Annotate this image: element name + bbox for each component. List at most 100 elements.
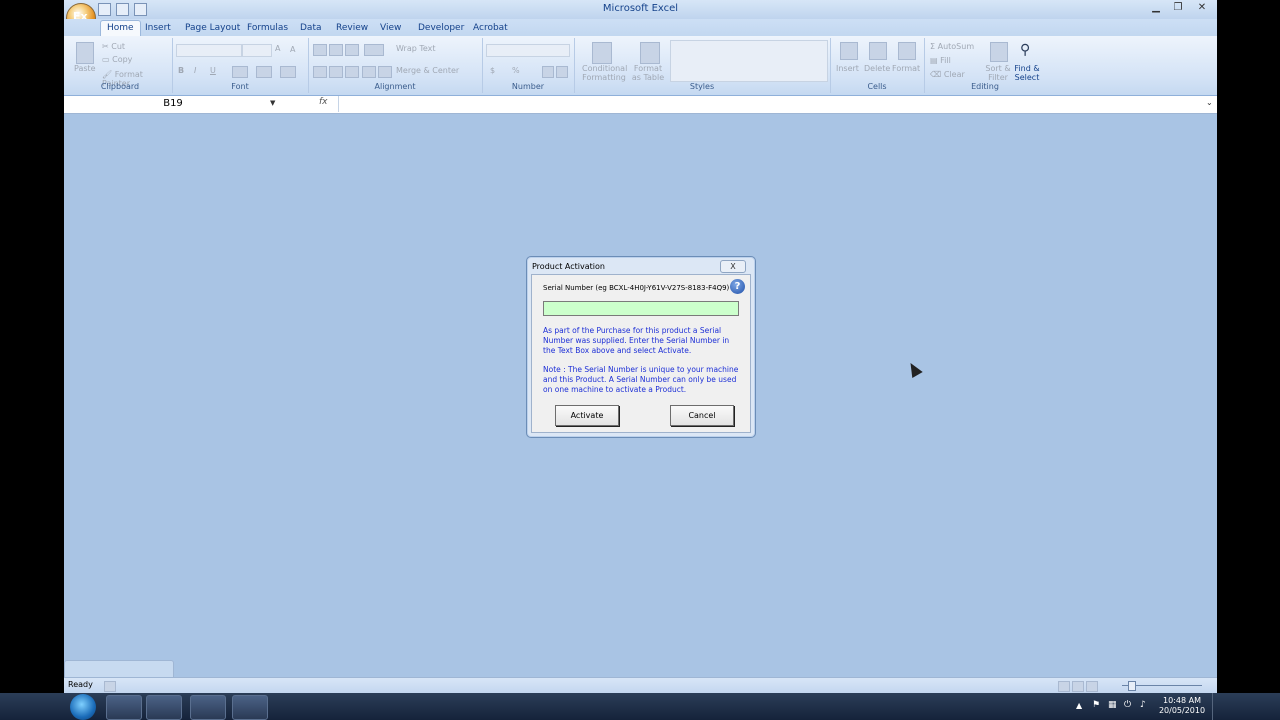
close-button[interactable]: ✕ [1192,1,1212,15]
macro-record-icon[interactable] [104,681,116,692]
tab-review[interactable]: Review [330,21,374,36]
increase-indent-icon[interactable] [378,66,392,78]
insert-cells-icon[interactable] [840,42,858,60]
format-as-table-button[interactable]: Format as Table [628,64,668,82]
folder-icon[interactable] [232,695,268,720]
tray-expand-icon[interactable]: ▲ [1076,701,1082,710]
align-bottom-icon[interactable] [345,44,359,56]
shrink-font-button[interactable]: A [290,45,295,54]
align-top-icon[interactable] [313,44,327,56]
delete-cells-icon[interactable] [869,42,887,60]
expand-formula-bar-icon[interactable]: ⌄ [1206,98,1213,107]
fill-button[interactable]: ▤ Fill [930,56,951,65]
name-box-dropdown-icon[interactable]: ▼ [270,99,275,107]
align-middle-icon[interactable] [329,44,343,56]
bold-button[interactable]: B [178,66,184,75]
help-icon[interactable]: ? [730,279,745,294]
action-center-icon[interactable]: ⚑ [1092,700,1100,710]
decrease-decimal-icon[interactable] [556,66,568,78]
currency-button[interactable]: $ [490,66,495,75]
insert-cells-button[interactable]: Insert [836,64,859,73]
zoom-slider-thumb[interactable] [1128,681,1136,691]
sort-filter-button[interactable]: Sort & Filter [984,64,1012,82]
align-right-icon[interactable] [345,66,359,78]
activate-button[interactable]: Activate [555,405,619,426]
start-button[interactable] [70,694,96,720]
tab-view[interactable]: View [374,21,407,36]
clear-label: Clear [943,70,965,79]
copy-label: Copy [112,55,133,64]
sort-filter-icon[interactable] [990,42,1008,62]
show-desktop-button[interactable] [1212,693,1223,720]
page-layout-view-icon[interactable] [1072,681,1084,692]
wrap-text-button[interactable]: Wrap Text [396,44,436,53]
dialog-title: Product Activation [532,262,605,271]
font-name-select[interactable] [176,44,242,57]
tab-home[interactable]: Home [100,20,141,36]
merge-center-button[interactable]: Merge & Center [396,66,459,75]
format-as-table-icon[interactable] [640,42,660,64]
insert-function-button[interactable]: fx [319,97,328,107]
network-icon[interactable]: ▦ [1108,700,1117,710]
minimized-workbook[interactable] [64,660,174,678]
percent-button[interactable]: % [512,66,520,75]
alignment-label: Alignment [374,82,416,91]
volume-icon[interactable]: ♪ [1140,700,1146,710]
redo-icon[interactable] [134,3,147,16]
normal-view-icon[interactable] [1058,681,1070,692]
restore-button[interactable]: ❐ [1168,1,1188,15]
tab-insert[interactable]: Insert [139,21,177,36]
delete-cells-button[interactable]: Delete [864,64,890,73]
number-format-select[interactable] [486,44,570,57]
format-cells-button[interactable]: Format [892,64,920,73]
align-left-icon[interactable] [313,66,327,78]
save-icon[interactable] [98,3,111,16]
conditional-formatting-line2: Formatting [582,73,626,82]
orientation-icon[interactable] [364,44,384,56]
binoculars-icon[interactable]: ⚲ [1020,42,1030,58]
italic-button[interactable]: I [194,66,196,75]
paste-button[interactable]: Paste [74,64,96,73]
align-center-icon[interactable] [329,66,343,78]
format-cells-icon[interactable] [898,42,916,60]
page-break-view-icon[interactable] [1086,681,1098,692]
find-select-button[interactable]: Find & Select [1012,64,1042,82]
tab-data[interactable]: Data [294,21,328,36]
file-explorer-icon[interactable] [146,695,182,720]
borders-icon[interactable] [232,66,248,78]
cut-button[interactable]: ✂ Cut [102,42,125,51]
dialog-close-button[interactable]: X [720,260,746,273]
conditional-formatting-icon[interactable] [592,42,612,64]
minimize-button[interactable]: ▁ [1146,1,1166,15]
internet-explorer-icon[interactable] [106,695,142,720]
font-label: Font [231,82,249,91]
grow-font-button[interactable]: A [275,44,280,53]
fill-color-icon[interactable] [256,66,272,78]
conditional-formatting-button[interactable]: Conditional Formatting [582,64,627,82]
clipboard-group: Paste ✂ Cut ▭ Copy 🖌 Format Painter Clip… [68,38,173,93]
power-icon[interactable]: ⏻ [1124,700,1131,710]
tab-page-layout[interactable]: Page Layout [179,21,246,36]
name-box[interactable]: B19 [66,97,280,111]
cancel-button[interactable]: Cancel [670,405,734,426]
font-group: A A B I U Font [172,38,309,93]
decrease-indent-icon[interactable] [362,66,376,78]
serial-number-input[interactable] [543,301,739,316]
copy-button[interactable]: ▭ Copy [102,55,132,64]
tab-acrobat[interactable]: Acrobat [467,21,514,36]
taskbar-clock[interactable]: 10:48 AM 20/05/2010 [1157,696,1207,716]
clear-button[interactable]: ⌫ Clear [930,70,965,79]
autosum-button[interactable]: Σ AutoSum [930,42,974,51]
formula-input[interactable] [338,96,1209,112]
cell-styles-gallery[interactable] [670,40,828,82]
undo-icon[interactable] [116,3,129,16]
tab-formulas[interactable]: Formulas [241,21,294,36]
increase-decimal-icon[interactable] [542,66,554,78]
font-color-icon[interactable] [280,66,296,78]
font-size-select[interactable] [242,44,272,57]
paste-icon[interactable] [76,42,94,64]
tab-developer[interactable]: Developer [412,21,470,36]
note-paragraph: Note : The Serial Number is unique to yo… [543,365,739,394]
media-player-icon[interactable] [190,695,226,720]
underline-button[interactable]: U [210,66,216,75]
